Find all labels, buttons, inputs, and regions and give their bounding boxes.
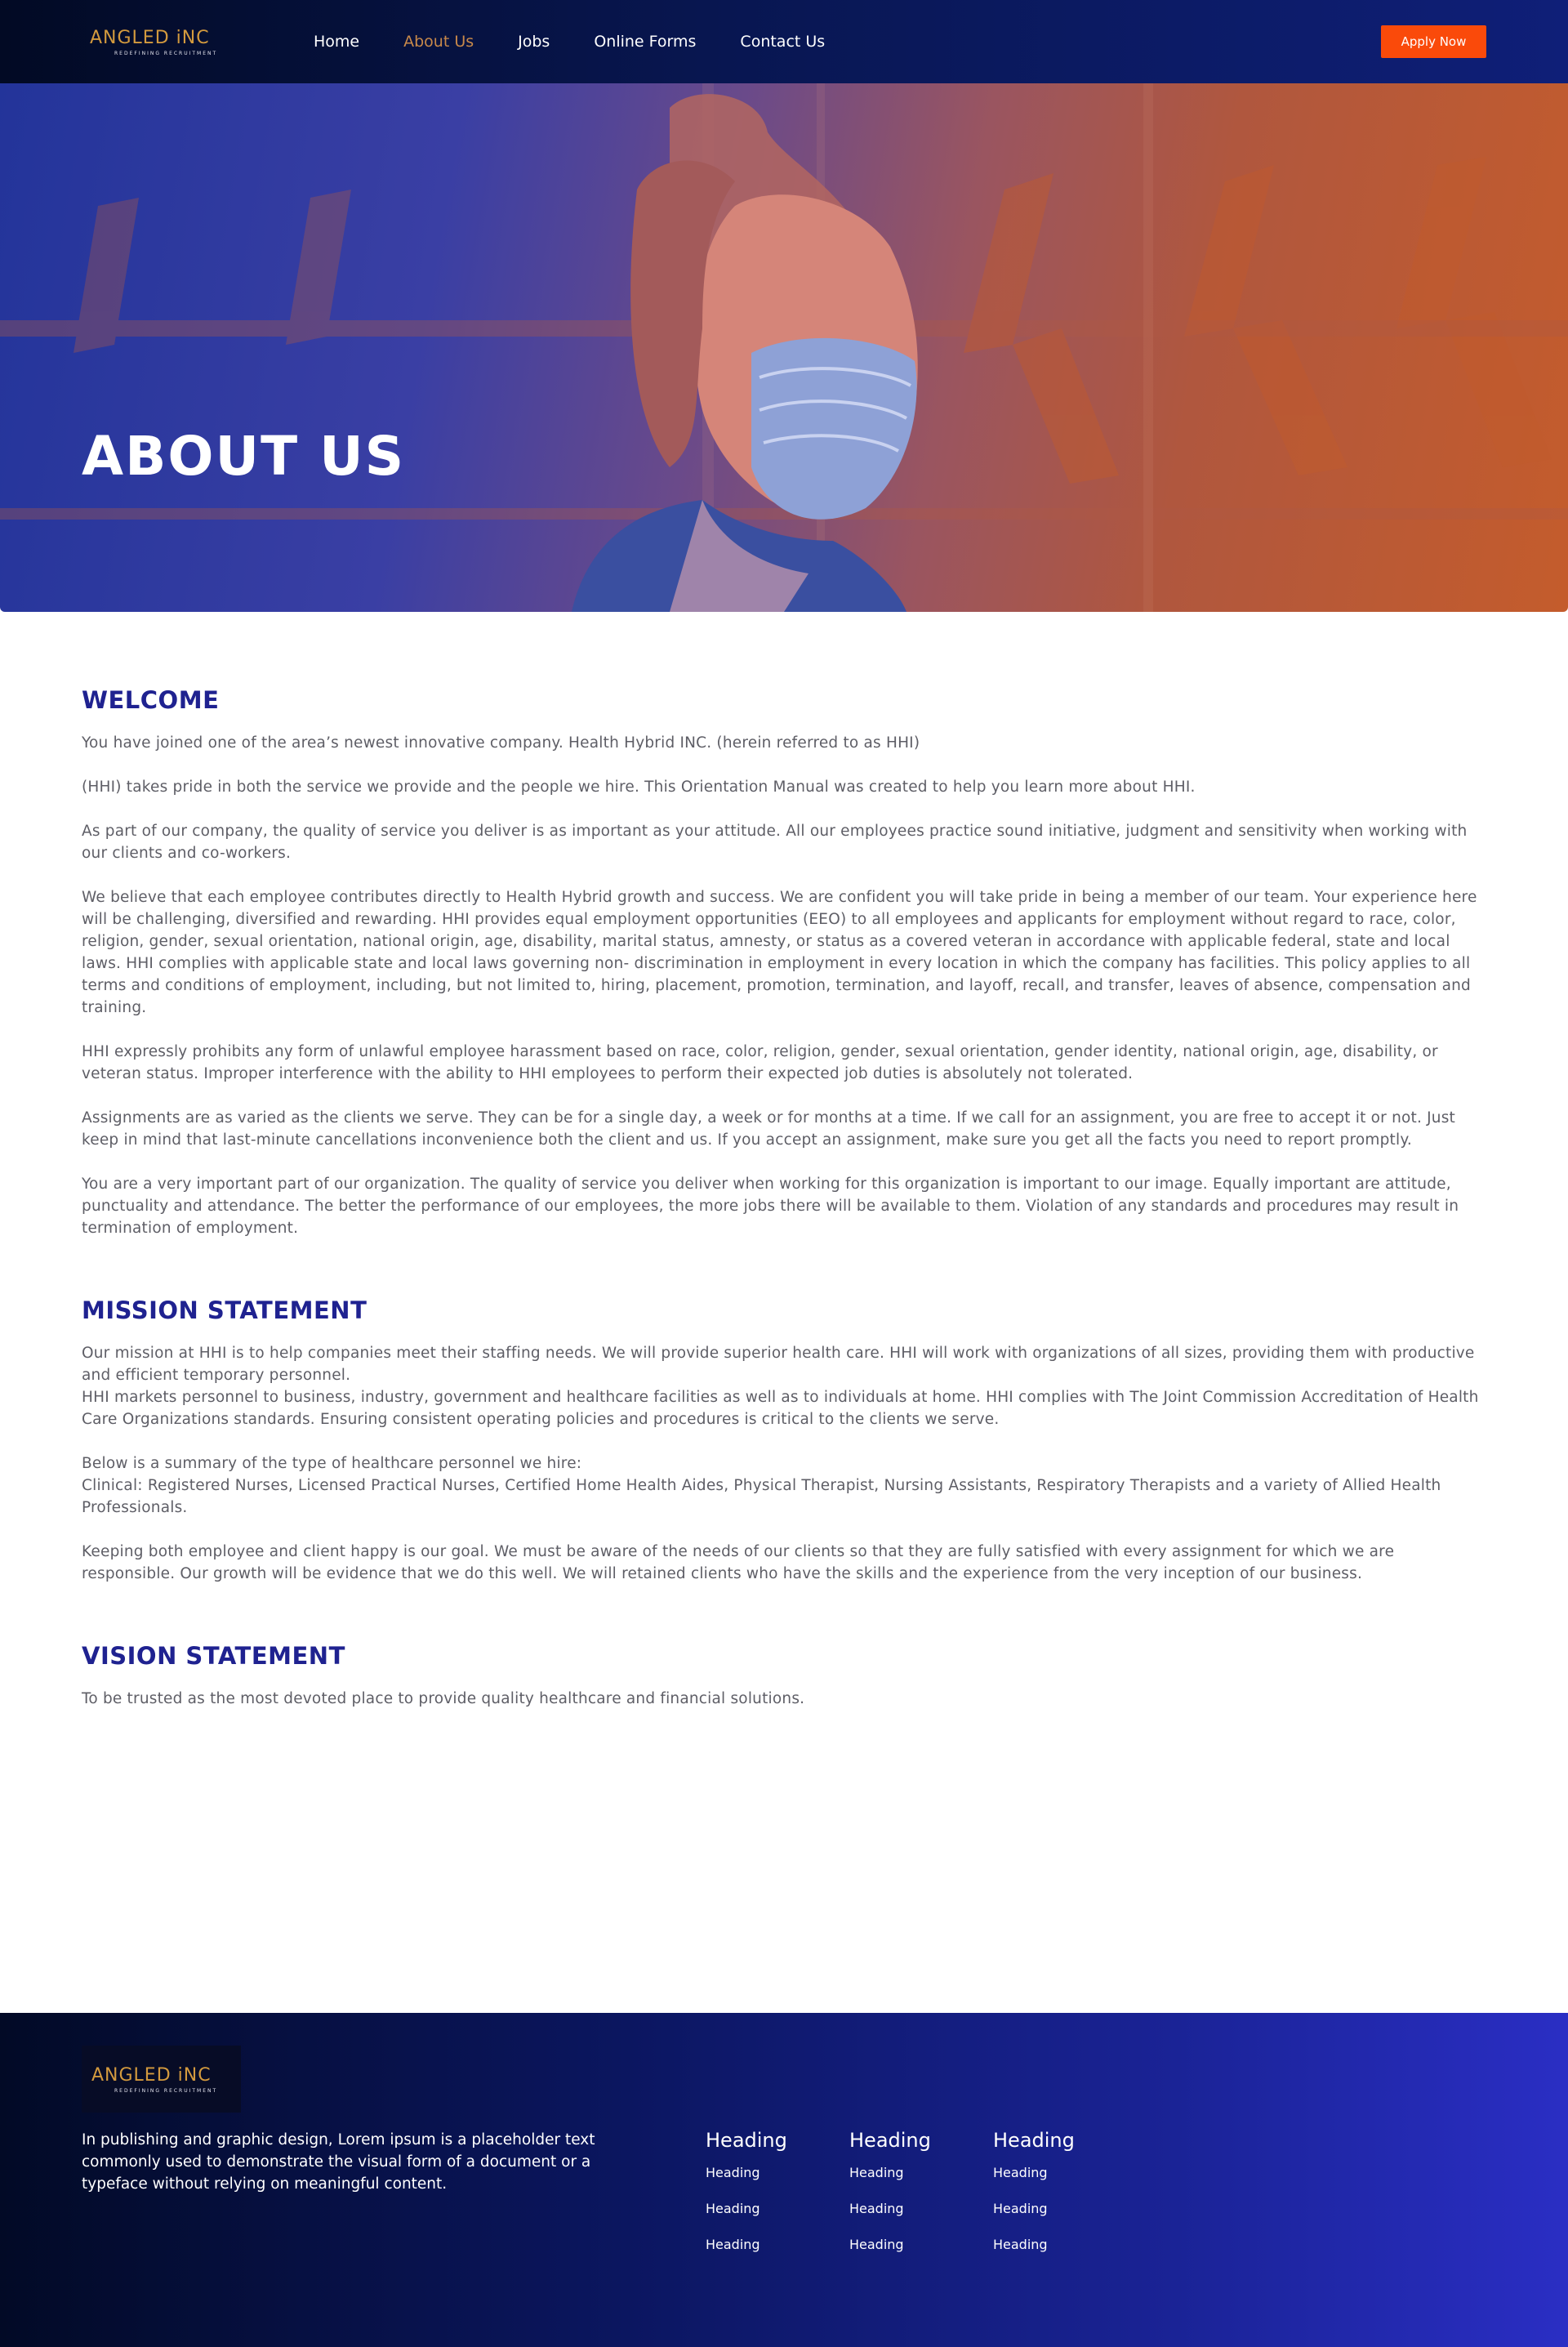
- mission-heading: MISSION STATEMENT: [82, 1296, 368, 1324]
- top-navbar: ANGLED iNC REDEFINING RECRUITMENT Home A…: [0, 0, 1568, 83]
- footer-column: Heading Heading Heading Heading: [993, 2129, 1116, 2273]
- site-footer: ANGLED iNC REDEFINING RECRUITMENT In pub…: [0, 2013, 1568, 2347]
- footer-link[interactable]: Heading: [993, 2201, 1116, 2216]
- footer-column: Heading Heading Heading Heading: [849, 2129, 972, 2273]
- welcome-heading: WELCOME: [82, 686, 220, 714]
- welcome-paragraph: You are a very important part of our org…: [82, 1176, 1459, 1237]
- welcome-paragraph: HHI expressly prohibits any form of unla…: [82, 1043, 1438, 1082]
- hero-banner: ABOUT US: [0, 83, 1568, 612]
- nav-link-online-forms[interactable]: Online Forms: [594, 33, 696, 51]
- footer-link[interactable]: Heading: [993, 2165, 1116, 2180]
- vision-section: VISION STATEMENT To be trusted as the mo…: [82, 1642, 1486, 1710]
- vision-paragraph: To be trusted as the most devoted place …: [82, 1690, 805, 1707]
- vision-heading: VISION STATEMENT: [82, 1642, 345, 1670]
- mission-paragraph: HHI markets personnel to business, indus…: [82, 1389, 1479, 1428]
- welcome-paragraph: Assignments are as varied as the clients…: [82, 1109, 1456, 1149]
- footer-link[interactable]: Heading: [706, 2237, 828, 2252]
- footer-link[interactable]: Heading: [849, 2201, 972, 2216]
- footer-column-heading: Heading: [849, 2129, 931, 2152]
- mission-section: MISSION STATEMENT Our mission at HHI is …: [82, 1296, 1486, 1585]
- hero-title: ABOUT US: [82, 425, 406, 488]
- footer-link[interactable]: Heading: [849, 2237, 972, 2252]
- nav-link-jobs[interactable]: Jobs: [518, 33, 550, 51]
- footer-brand-tagline: REDEFINING RECRUITMENT: [114, 2088, 218, 2094]
- mission-paragraph: Our mission at HHI is to help companies …: [82, 1345, 1475, 1384]
- nav-link-contact-us[interactable]: Contact Us: [740, 33, 825, 51]
- footer-description: In publishing and graphic design, Lorem …: [82, 2131, 595, 2193]
- welcome-paragraph: (HHI) takes pride in both the service we…: [82, 779, 1196, 796]
- brand-logo[interactable]: ANGLED iNC REDEFINING RECRUITMENT: [82, 20, 242, 64]
- nav-link-about-us[interactable]: About Us: [403, 33, 474, 51]
- footer-link[interactable]: Heading: [849, 2165, 972, 2180]
- welcome-paragraph: As part of our company, the quality of s…: [82, 823, 1468, 862]
- footer-link[interactable]: Heading: [706, 2165, 828, 2180]
- footer-column-heading: Heading: [993, 2129, 1075, 2152]
- footer-logo[interactable]: ANGLED iNC REDEFINING RECRUITMENT: [82, 2046, 241, 2113]
- hero-background-image: [0, 83, 1568, 612]
- mission-paragraph: Below is a summary of the type of health…: [82, 1455, 582, 1472]
- main-nav: Home About Us Jobs Online Forms Contact …: [314, 0, 869, 83]
- welcome-section: WELCOME You have joined one of the area’…: [82, 686, 1486, 1239]
- welcome-paragraph: We believe that each employee contribute…: [82, 889, 1477, 1016]
- mission-paragraph: Keeping both employee and client happy i…: [82, 1543, 1395, 1582]
- brand-name: ANGLED iNC: [90, 28, 210, 48]
- footer-column-heading: Heading: [706, 2129, 787, 2152]
- footer-link[interactable]: Heading: [993, 2237, 1116, 2252]
- apply-now-button[interactable]: Apply Now: [1381, 25, 1486, 58]
- main-content: WELCOME You have joined one of the area’…: [82, 686, 1486, 1710]
- brand-tagline: REDEFINING RECRUITMENT: [114, 51, 218, 56]
- footer-link[interactable]: Heading: [706, 2201, 828, 2216]
- nav-link-home[interactable]: Home: [314, 33, 359, 51]
- footer-brand-name: ANGLED iNC: [91, 2065, 212, 2086]
- welcome-paragraph: You have joined one of the area’s newest…: [82, 734, 920, 752]
- mission-paragraph: Clinical: Registered Nurses, Licensed Pr…: [82, 1477, 1441, 1516]
- footer-column: Heading Heading Heading Heading: [706, 2129, 828, 2273]
- woman-figure: [572, 94, 918, 612]
